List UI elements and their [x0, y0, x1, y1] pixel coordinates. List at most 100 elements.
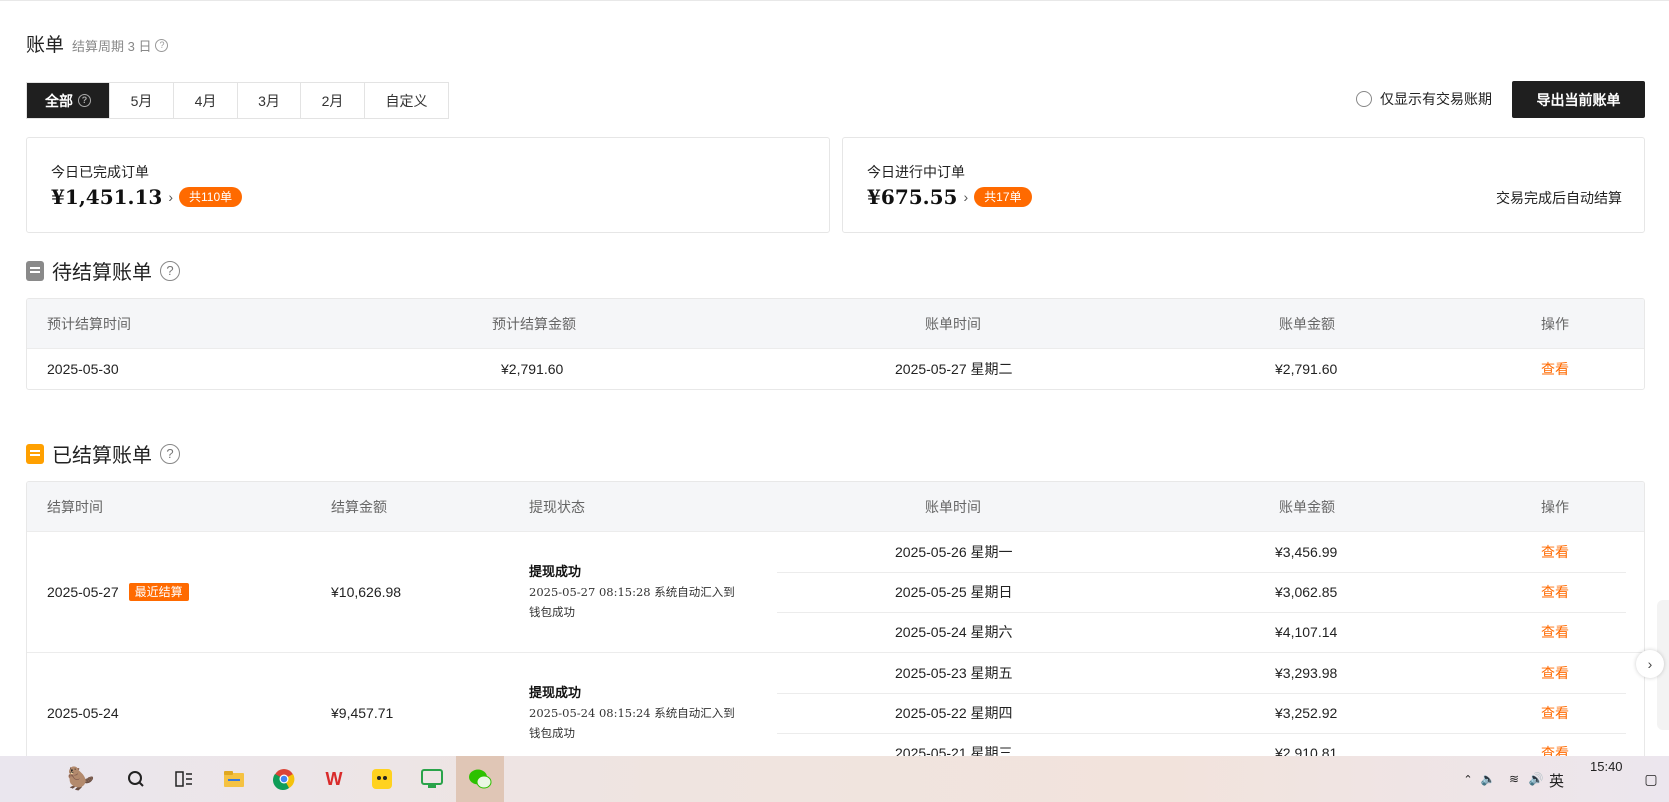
bill-time: 2025-05-22 星期四 [895, 705, 1013, 721]
billing-page: 账单 结算周期 3 日 ? 全部 ? 5月 4月 3月 2月 自定义 仅显示有交… [0, 0, 1669, 756]
chevron-right-icon[interactable]: › [168, 189, 173, 205]
bill-amount: ¥3,456.99 [1275, 544, 1338, 560]
notification-icon[interactable]: ▢ [1641, 765, 1661, 793]
help-icon[interactable]: ? [160, 260, 180, 281]
column-header: 预计结算金额 [492, 316, 576, 332]
period-tabs: 全部 ? 5月 4月 3月 2月 自定义 [26, 82, 449, 119]
row-divider [777, 733, 1626, 734]
file-explorer-icon[interactable] [220, 765, 248, 793]
inprogress-orders-summary[interactable]: ¥675.55 › 共17单 [867, 185, 1032, 209]
column-header: 提现状态 [529, 499, 585, 515]
trade-period-filter[interactable]: 仅显示有交易账期 [1356, 89, 1492, 109]
inprogress-orders-amount: ¥675.55 [867, 185, 958, 209]
search-icon[interactable] [122, 765, 150, 793]
taskbar: 🦫 W ⌃ 🔈 ≋ 🔊 英 15:40 ▢ [0, 756, 1669, 802]
settled-section-title: 已结算账单 [52, 445, 152, 467]
yellow-app-icon[interactable] [368, 765, 396, 793]
inprogress-orders-label: 今日进行中订单 [867, 164, 965, 180]
tab-all[interactable]: 全部 ? [27, 83, 110, 118]
column-header: 操作 [1541, 316, 1569, 332]
row-divider [777, 572, 1626, 573]
row-divider [777, 612, 1626, 613]
bill-amount: ¥3,252.92 [1275, 705, 1338, 721]
tab-all-label: 全部 [45, 92, 73, 109]
recent-settlement-badge: 最近结算 [128, 583, 189, 601]
settlement-group: 2025-05-24 ¥9,457.71 提现成功 2025-05-24 08:… [27, 653, 1644, 756]
withdrawal-status-detail: 2025-05-24 08:15:24 系统自动汇入到钱包成功 [529, 706, 735, 740]
settled-section-header: 已结算账单 ? [26, 439, 180, 468]
pending-section-title: 待结算账单 [52, 262, 152, 284]
page-title: 账单 [26, 35, 65, 56]
settle-time: 2025-05-27 [47, 584, 119, 600]
volume-icon[interactable]: 🔊 [1522, 765, 1550, 793]
input-method-indicator[interactable]: 英 [1549, 770, 1564, 791]
receipt-icon [26, 443, 44, 464]
row-divider [777, 693, 1626, 694]
settled-bills-table: 结算时间 结算金额 提现状态 账单时间 账单金额 操作 2025-05-27 最… [26, 481, 1645, 756]
export-bill-button[interactable]: 导出当前账单 [1512, 81, 1645, 118]
settle-time: 2025-05-24 [47, 705, 119, 721]
bill-amount: ¥4,107.14 [1275, 624, 1338, 640]
view-link[interactable]: 查看 [1541, 741, 1569, 756]
help-icon[interactable]: ? [78, 94, 91, 107]
column-header: 账单金额 [1279, 316, 1335, 332]
wechat-icon[interactable] [466, 765, 494, 793]
clock-time[interactable]: 15:40 [1590, 759, 1623, 774]
withdrawal-status-detail: 2025-05-27 08:15:28 系统自动汇入到钱包成功 [529, 585, 735, 619]
help-icon[interactable]: ? [155, 39, 169, 52]
completed-orders-amount: ¥1,451.13 [51, 185, 163, 209]
settlement-cycle-text: 结算周期 3 日 [72, 39, 152, 54]
view-link[interactable]: 查看 [1541, 540, 1569, 564]
view-link[interactable]: 查看 [1541, 701, 1569, 725]
view-link[interactable]: 查看 [1541, 661, 1569, 685]
view-link[interactable]: 查看 [1541, 349, 1569, 389]
column-header: 账单时间 [925, 316, 981, 332]
top-divider [0, 0, 1669, 1]
tab-april[interactable]: 4月 [174, 83, 238, 118]
inprogress-orders-card: 今日进行中订单 ¥675.55 › 共17单 交易完成后自动结算 [842, 137, 1645, 233]
settle-time: 2025-05-30 [47, 361, 119, 377]
speaker-icon[interactable]: 🔈 [1474, 765, 1502, 793]
green-app-icon[interactable] [418, 765, 446, 793]
column-header: 账单时间 [925, 499, 981, 515]
bill-time: 2025-05-21 星期三 [895, 745, 1013, 756]
mascot-widget-icon[interactable]: 🦫 [56, 765, 106, 793]
withdrawal-status: 提现成功 2025-05-24 08:15:24 系统自动汇入到钱包成功 [529, 683, 744, 743]
view-link[interactable]: 查看 [1541, 580, 1569, 604]
bill-time: 2025-05-27 星期二 [895, 361, 1013, 377]
pending-section-header: 待结算账单 ? [26, 256, 180, 285]
tab-february[interactable]: 2月 [301, 83, 365, 118]
withdrawal-status-title: 提现成功 [529, 564, 582, 579]
table-header: 结算时间 结算金额 提现状态 账单时间 账单金额 操作 [27, 482, 1644, 532]
trade-period-filter-label: 仅显示有交易账期 [1380, 91, 1492, 107]
settle-amount: ¥10,626.98 [331, 584, 402, 600]
auto-settle-note: 交易完成后自动结算 [1496, 190, 1622, 206]
bill-time: 2025-05-25 星期日 [895, 584, 1013, 600]
table-row: 2025-05-30 ¥2,791.60 2025-05-27 星期二 ¥2,7… [27, 349, 1644, 389]
order-count-badge: 共17单 [974, 187, 1032, 207]
column-header: 结算时间 [47, 499, 103, 515]
order-count-badge: 共110单 [179, 187, 243, 207]
tab-may[interactable]: 5月 [110, 83, 174, 118]
column-header: 预计结算时间 [47, 316, 131, 332]
radio-button[interactable] [1356, 91, 1372, 107]
task-view-icon[interactable] [170, 765, 198, 793]
chevron-right-icon[interactable]: › [1636, 650, 1664, 678]
settle-time-cell: 2025-05-27 最近结算 [47, 580, 189, 604]
view-link[interactable]: 查看 [1541, 620, 1569, 644]
table-header: 预计结算时间 预计结算金额 账单时间 账单金额 操作 [27, 299, 1644, 349]
bill-time: 2025-05-23 星期五 [895, 665, 1013, 681]
completed-orders-card: 今日已完成订单 ¥1,451.13 › 共110单 [26, 137, 830, 233]
settle-amount: ¥2,791.60 [501, 361, 564, 377]
help-icon[interactable]: ? [160, 443, 180, 464]
column-header: 结算金额 [331, 499, 387, 515]
tab-custom[interactable]: 自定义 [365, 83, 448, 118]
bill-amount: ¥2,791.60 [1275, 361, 1338, 377]
bill-amount: ¥3,062.85 [1275, 584, 1338, 600]
chrome-icon[interactable] [270, 765, 298, 793]
wps-office-icon[interactable]: W [320, 765, 348, 793]
chevron-right-icon[interactable]: › [963, 189, 968, 205]
bill-amount: ¥2,910.81 [1275, 745, 1338, 756]
completed-orders-summary[interactable]: ¥1,451.13 › 共110单 [51, 185, 243, 209]
tab-march[interactable]: 3月 [238, 83, 301, 118]
